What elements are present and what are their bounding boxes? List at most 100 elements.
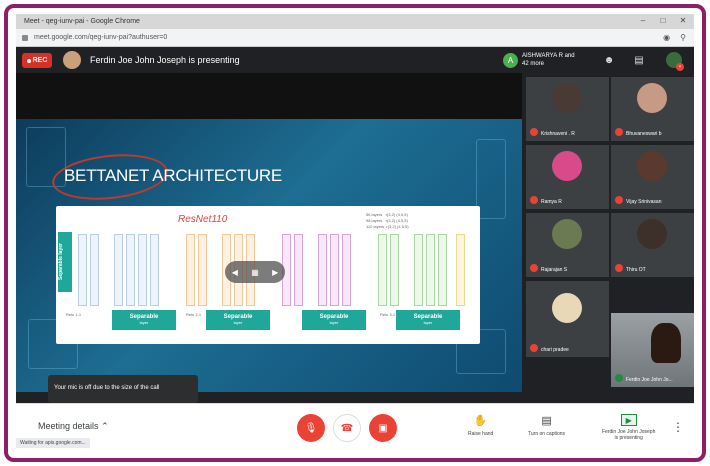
zoom-icon[interactable]: ⚲ (680, 33, 686, 42)
mic-off-icon (530, 344, 538, 352)
handwritten-annotation: ResNet110 (178, 214, 228, 225)
mic-toggle-button[interactable]: 🎙 (297, 414, 325, 442)
grid-icon[interactable]: ▦ (251, 268, 259, 277)
chat-icon[interactable]: ▤ (632, 55, 646, 67)
participant-tile[interactable]: Vijay Srinivasan (611, 145, 694, 209)
participant-avatar (552, 219, 582, 249)
hand-icon: ✋ (473, 415, 488, 427)
participant-name: chari pradee (541, 347, 569, 353)
layer-bar (390, 234, 399, 306)
next-icon[interactable]: ▶ (272, 268, 278, 277)
participant-name: Bhuvaneswari b (626, 131, 662, 137)
participant-grid: Krishnaveni . R Bhuvaneswari b Ramya R V… (524, 73, 694, 403)
recording-badge: REC (22, 53, 52, 68)
meet-header: REC Ferdin Joe John Joseph is presenting… (16, 47, 694, 73)
participant-avatar: A (503, 53, 518, 68)
more-options-icon[interactable]: ⋮ (672, 420, 684, 434)
participant-avatar (637, 219, 667, 249)
raise-hand-button[interactable]: ✋ Raise hand (468, 414, 493, 437)
presentation-top-margin (16, 73, 522, 119)
layer-bar (378, 234, 387, 306)
mic-off-icon: 🎙 (304, 422, 318, 434)
meeting-details-button[interactable]: Meeting details ⌃ (38, 421, 109, 432)
participant-tile[interactable]: Ramya R (526, 145, 609, 209)
video-person (651, 323, 681, 363)
participant-avatar (552, 293, 582, 323)
captions-icon: ▤ (541, 415, 552, 427)
address-bar-icons: ◉ ⚲ (663, 33, 686, 42)
camera-toggle-button[interactable]: ▣ (369, 414, 397, 442)
participant-name: Ramya R (541, 199, 562, 205)
layer-bar (198, 234, 207, 306)
lock-icon (22, 34, 28, 41)
layer-bar (426, 234, 435, 306)
participant-tile[interactable]: Krishnaveni . R (526, 77, 609, 141)
participant-tile[interactable]: Rajarajan S (526, 213, 609, 277)
shared-slide: BETTANET ARCHITECTURE ResNet110 56 layer… (16, 119, 522, 392)
relu-tag: Relu 2-1 (186, 312, 202, 317)
minimize-icon[interactable]: – (638, 16, 648, 25)
layer-bar (342, 234, 351, 306)
participant-name: Thiru OT (626, 267, 646, 273)
slide-title: BETTANET ARCHITECTURE (64, 166, 282, 185)
maximize-icon[interactable]: □ (658, 16, 668, 25)
separable-layer-box: Separable layer (396, 310, 460, 330)
captions-button[interactable]: ▤ Turn on captions (528, 414, 565, 437)
layer-bar (126, 234, 135, 306)
rec-label: REC (32, 57, 48, 64)
participant-avatar (552, 83, 582, 113)
present-screen-icon: ▶ (620, 414, 637, 426)
previous-icon[interactable]: ◀ (232, 268, 238, 277)
layer-bar (78, 234, 87, 306)
participant-avatar (637, 151, 667, 181)
bottom-toolbar: Meeting details ⌃ 🎙 ☎ ▣ ✋ Raise hand ▤ T… (16, 403, 694, 454)
relu-tag: Relu 1-1 (66, 312, 82, 317)
chevron-up-icon: ⌃ (101, 421, 109, 431)
diagram-notes: 56 layers r(3,2) (4,5,5) 98 layers r(3,2… (366, 212, 409, 229)
slide-controls[interactable]: ◀ ▦ ▶ (225, 261, 285, 283)
url-text[interactable]: meet.google.com/qeg-iunv-pai?authuser=0 (34, 34, 167, 41)
hang-up-button[interactable]: ☎ (333, 414, 361, 442)
participant-tile[interactable]: Thiru OT (611, 213, 694, 277)
separable-layer-box: Separable layer (302, 310, 366, 330)
layer-bar (330, 234, 339, 306)
mic-off-toast: Your mic is off due to the size of the c… (48, 375, 198, 403)
presenter-avatar (63, 51, 81, 69)
mic-off-icon (615, 264, 623, 272)
separable-layer-box: Separable layer (112, 310, 176, 330)
layer-bar (318, 234, 327, 306)
layer-bar (114, 234, 123, 306)
layer-bar (456, 234, 465, 306)
participant-name: Ferdin Joe John Jo... (626, 377, 673, 383)
layer-bar (438, 234, 447, 306)
layer-bar (186, 234, 195, 306)
presenting-button[interactable]: ▶ Ferdin Joe John Joseph is presenting (602, 414, 655, 441)
participant-avatar (637, 83, 667, 113)
layer-bar (150, 234, 159, 306)
layer-bar (414, 234, 423, 306)
separable-layer-vertical: Separable layer (58, 232, 72, 292)
circuit-decoration (476, 139, 506, 219)
mic-off-icon (530, 196, 538, 204)
participant-name: Rajarajan S (541, 267, 568, 273)
participant-tile[interactable]: chari pradee (526, 281, 609, 357)
participant-tile[interactable]: Bhuvaneswari b (611, 77, 694, 141)
address-bar[interactable]: meet.google.com/qeg-iunv-pai?authuser=0 … (16, 29, 694, 47)
presenting-status: Ferdin Joe John Joseph is presenting (90, 55, 240, 65)
chrome-title-bar: Meet - qeg-iunv-pai - Google Chrome – □ … (16, 14, 694, 29)
presenter-video-tile[interactable]: Ferdin Joe John Jo... (611, 313, 694, 387)
window-title: Meet - qeg-iunv-pai - Google Chrome (24, 18, 140, 25)
separable-layer-box: Separable layer (206, 310, 270, 330)
layer-bar (294, 234, 303, 306)
participant-name: Vijay Srinivasan (626, 199, 662, 205)
camera-indicator-icon[interactable]: ◉ (663, 33, 670, 42)
participant-avatar (552, 151, 582, 181)
notification-badge: • (676, 63, 684, 71)
close-icon[interactable]: ✕ (678, 16, 688, 25)
mic-off-icon (530, 128, 538, 136)
outer-frame: Meet - qeg-iunv-pai - Google Chrome – □ … (4, 4, 706, 462)
layer-bar (138, 234, 147, 306)
relu-tag: Relu 3-1 (380, 312, 396, 317)
people-icon[interactable]: ☻ (602, 55, 616, 67)
record-dot-icon (26, 58, 31, 63)
